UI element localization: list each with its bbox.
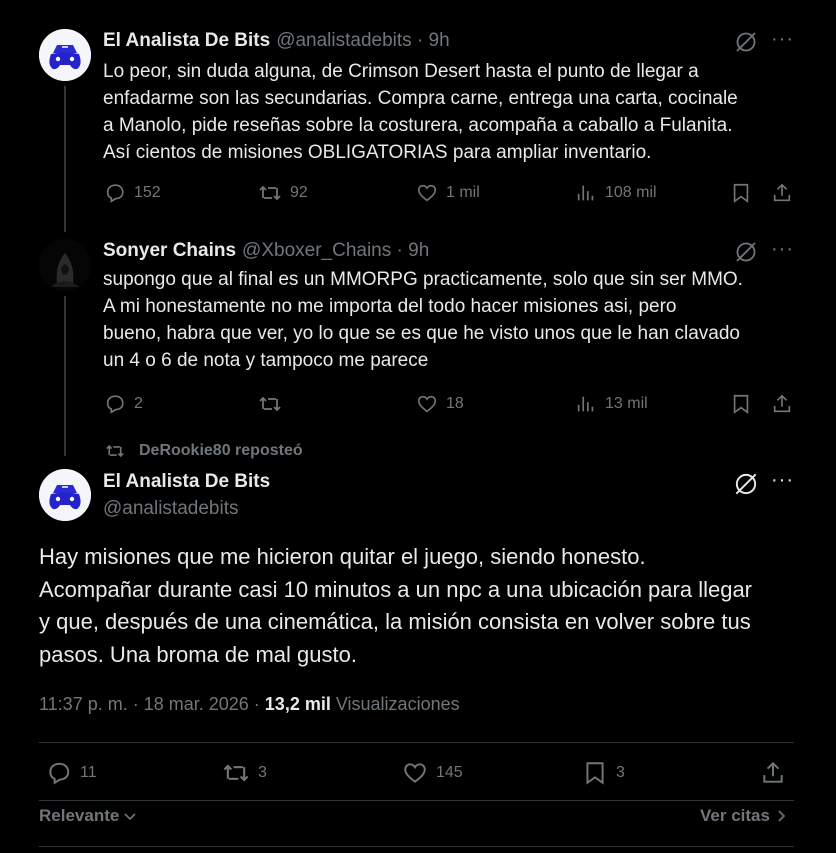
divider [39,846,794,847]
chevron-right-icon [778,810,786,822]
tweet2-text: supongo que al final es un MMORPG practi… [103,269,743,371]
repost-icon [223,764,249,782]
tweet2-header: Sonyer Chains @Xboxer_Chains · 9h [103,240,429,262]
reply-icon [49,762,70,785]
divider [39,800,794,801]
views-icon [577,396,594,412]
share-icon[interactable] [771,393,793,420]
timestamp[interactable]: 11:37 p. m. · 18 mar. 2026 · [39,694,265,714]
hooded-figure-icon [39,239,91,291]
avatar[interactable] [39,29,91,81]
sort-dropdown[interactable]: Relevante [39,806,137,826]
reply-icon [106,184,124,203]
views-count: 13,2 mil [264,694,331,714]
share-icon[interactable] [760,760,786,791]
author-name[interactable]: Sonyer Chains [103,240,236,262]
repost-note: DeRookie80 reposteó [105,442,303,460]
tweet1-header: El Analista De Bits @analistadebits · 9h [103,30,450,52]
like-button[interactable]: 1 mil [416,182,480,204]
tweet1-text: Lo peor, sin duda alguna, de Crimson Des… [103,61,738,163]
tweet-meta: 11:37 p. m. · 18 mar. 2026 · 13,2 mil Vi… [39,694,460,715]
bookmark-icon[interactable] [730,182,752,209]
controller-logo-icon [39,469,91,521]
views-button[interactable]: 108 mil [575,182,657,204]
views-label: Visualizaciones [335,694,460,714]
more-icon[interactable]: ··· [771,469,794,492]
grok-icon[interactable] [733,29,759,60]
repost-icon [106,444,124,458]
like-button[interactable]: 18 [416,393,464,415]
thread-line [64,296,66,456]
main-tweet-text: Hay misiones que me hicieron quitar el j… [39,544,753,667]
author-name[interactable]: El Analista De Bits [103,471,270,493]
repost-button[interactable]: 92 [258,182,308,204]
view-quotes-link[interactable]: Ver citas [700,806,788,826]
grok-icon[interactable] [732,470,760,503]
repost-icon [259,185,281,201]
bookmark-icon [586,762,604,785]
reply-button[interactable]: 152 [104,182,161,204]
reply-button[interactable]: 11 [46,760,97,786]
more-icon[interactable]: ··· [771,28,794,51]
author-name[interactable]: El Analista De Bits [103,30,270,52]
views-button[interactable]: 13 mil [575,393,648,415]
reply-button[interactable]: 2 [104,393,143,415]
repost-button[interactable] [258,393,290,415]
bookmark-icon[interactable] [730,393,752,420]
like-icon [417,395,437,413]
like-button[interactable]: 145 [402,760,463,786]
chevron-down-icon [124,813,136,821]
avatar[interactable] [39,469,91,521]
repost-button[interactable]: 3 [222,760,267,786]
like-icon [404,763,426,783]
more-icon[interactable]: ··· [771,238,794,261]
author-handle[interactable]: @analistadebits · 9h [276,30,450,52]
share-icon[interactable] [771,182,793,209]
controller-logo-icon [39,29,91,81]
author-handle[interactable]: @analistadebits [103,498,238,520]
repost-icon [259,396,281,412]
author-handle[interactable]: @Xboxer_Chains · 9h [242,240,429,262]
views-icon [577,185,594,201]
thread-line [64,86,66,232]
divider [39,742,794,743]
avatar[interactable] [39,239,91,291]
reply-icon [106,395,124,414]
bookmark-button[interactable]: 3 [582,760,625,786]
like-icon [417,184,437,202]
